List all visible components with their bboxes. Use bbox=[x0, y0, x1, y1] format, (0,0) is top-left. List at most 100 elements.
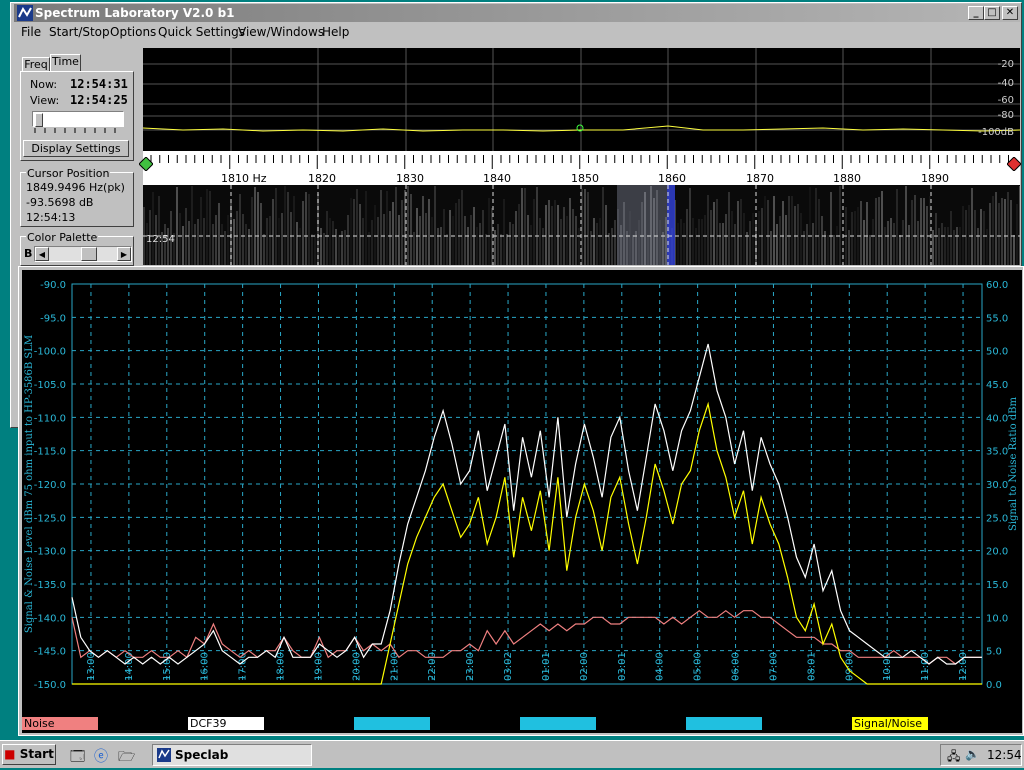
scroll-right-icon[interactable]: ▶ bbox=[117, 247, 131, 261]
frequency-scale[interactable]: 1810 Hz 1820 1830 1840 1850 1860 1870 18… bbox=[139, 151, 1021, 185]
waterfall-streak bbox=[821, 216, 823, 265]
waterfall-streak bbox=[536, 187, 538, 265]
browser-icon[interactable]: ⓔ bbox=[94, 746, 108, 766]
waterfall-streak bbox=[479, 223, 481, 265]
waterfall-streak bbox=[401, 200, 403, 265]
x-tick-label: 04:00 bbox=[655, 652, 666, 681]
waterfall-streak bbox=[236, 211, 238, 265]
waterfall-streak bbox=[833, 235, 835, 265]
waterfall-streak bbox=[953, 230, 955, 265]
waterfall-streak bbox=[314, 234, 316, 265]
left-marker-icon[interactable] bbox=[139, 157, 153, 171]
waterfall-streak bbox=[179, 213, 181, 265]
waterfall-streak bbox=[587, 192, 589, 265]
menu-options[interactable]: Options bbox=[110, 23, 156, 41]
waterfall-streak bbox=[980, 209, 982, 265]
x-tick-label: 01:01 bbox=[541, 652, 552, 681]
y2-tick-label: 10.0 bbox=[986, 613, 1008, 624]
explorer-icon[interactable]: 🗁 bbox=[118, 746, 135, 770]
y2-tick-label: 5.0 bbox=[986, 647, 1002, 658]
x-tick-label: 08:01 bbox=[806, 652, 817, 681]
waterfall-streak bbox=[359, 204, 361, 265]
legend-slot-5[interactable] bbox=[686, 717, 762, 730]
waterfall-streak bbox=[356, 189, 358, 265]
y-tick-label: -140.0 bbox=[34, 613, 66, 624]
volume-icon[interactable]: 🔈 bbox=[965, 747, 980, 761]
show-desktop-icon[interactable]: 🗔 bbox=[70, 746, 85, 770]
waterfall-streak bbox=[500, 234, 502, 265]
now-label: Now: bbox=[30, 78, 58, 91]
waterfall-streak bbox=[245, 224, 247, 265]
cursor-freq: 1849.9496 Hz(pk) bbox=[26, 181, 125, 194]
spectrum-graph[interactable]: -20 -40 -60 -80 -100dB bbox=[142, 48, 1021, 151]
waterfall-streak bbox=[752, 213, 754, 265]
waterfall-streak bbox=[191, 186, 193, 265]
waterfall-display[interactable]: 12:54 bbox=[143, 185, 1020, 265]
windows-logo-icon: ■ bbox=[4, 747, 16, 761]
legend-signal-noise[interactable]: Signal/Noise bbox=[852, 717, 928, 730]
x-tick-label: 07:00 bbox=[768, 652, 779, 681]
scroll-left-icon[interactable]: ◀ bbox=[35, 247, 49, 261]
taskbar: ■ Start 🗔 ⓔ 🗁 Speclab 🖧 🔈 12:54 bbox=[0, 740, 1024, 768]
menu-file[interactable]: File bbox=[21, 23, 41, 41]
close-button[interactable]: ✕ bbox=[1002, 6, 1018, 20]
tab-time[interactable]: Time bbox=[50, 54, 81, 72]
menu-quick-settings[interactable]: Quick Settings bbox=[158, 23, 245, 41]
minimize-button[interactable]: _ bbox=[968, 6, 984, 20]
waterfall-streak bbox=[758, 211, 760, 265]
waterfall-streak bbox=[941, 223, 943, 265]
tray-network-icon[interactable]: 🖧 bbox=[947, 747, 960, 768]
waterfall-streak bbox=[719, 223, 721, 265]
time-slider-thumb[interactable] bbox=[35, 113, 43, 127]
waterfall-streak bbox=[389, 211, 391, 265]
waterfall-streak bbox=[224, 231, 226, 265]
waterfall-streak bbox=[362, 218, 364, 265]
y-tick-label: -150.0 bbox=[34, 680, 66, 691]
right-marker-icon[interactable] bbox=[1007, 157, 1021, 171]
legend-slot-3[interactable] bbox=[354, 717, 430, 730]
waterfall-streak bbox=[233, 219, 235, 265]
waterfall-streak bbox=[1004, 199, 1006, 265]
waterfall-streak bbox=[521, 188, 523, 265]
display-settings-button[interactable]: Display Settings bbox=[23, 140, 129, 157]
waterfall-streak bbox=[395, 187, 397, 265]
waterfall-streak bbox=[212, 224, 214, 265]
waterfall-streak bbox=[728, 192, 730, 265]
x-tick-label: 18:00 bbox=[276, 652, 287, 681]
legend-slot-4[interactable] bbox=[520, 717, 596, 730]
palette-scrollbar[interactable]: ◀ ▶ bbox=[34, 246, 132, 262]
waterfall-streak bbox=[227, 215, 229, 265]
waterfall-streak bbox=[485, 234, 487, 265]
time-slider[interactable] bbox=[32, 111, 124, 127]
y2-tick-label: 60.0 bbox=[986, 280, 1008, 291]
signal-noise-chart[interactable]: -90.0 60.0 -95.0 55.0 -100.0 50.0 -105.0 45.0 -1… bbox=[22, 270, 1022, 715]
palette-scroll-thumb[interactable] bbox=[81, 247, 97, 261]
waterfall-streak bbox=[812, 223, 814, 265]
waterfall-streak bbox=[509, 222, 511, 265]
waterfall-streak bbox=[965, 210, 967, 265]
waterfall-streak bbox=[368, 232, 370, 265]
waterfall-streak bbox=[305, 192, 307, 265]
waterfall-streak bbox=[488, 198, 490, 265]
x-tick-label: 16:00 bbox=[200, 652, 211, 681]
waterfall-streak bbox=[992, 196, 994, 265]
waterfall-streak bbox=[533, 199, 535, 265]
waterfall-streak bbox=[380, 190, 382, 265]
waterfall-streak bbox=[776, 224, 778, 265]
menu-help[interactable]: Help bbox=[322, 23, 349, 41]
menu-start-stop[interactable]: Start/Stop bbox=[49, 23, 110, 41]
legend-dcf39[interactable]: DCF39 bbox=[188, 717, 264, 730]
start-button[interactable]: ■ Start bbox=[2, 744, 56, 765]
title-bar[interactable]: Spectrum Laboratory V2.0 b1 _ □ ✕ bbox=[14, 4, 1020, 22]
waterfall-streak bbox=[695, 228, 697, 265]
menu-view-windows[interactable]: View/Windows bbox=[238, 23, 324, 41]
waterfall-streak bbox=[284, 186, 286, 265]
maximize-button[interactable]: □ bbox=[984, 6, 1000, 20]
y-tick-label: -105.0 bbox=[34, 380, 66, 391]
waterfall-streak bbox=[542, 228, 544, 265]
waterfall-streak bbox=[482, 210, 484, 265]
waterfall-streak bbox=[611, 228, 613, 265]
waterfall-streak bbox=[905, 186, 907, 265]
task-speclab[interactable]: Speclab bbox=[152, 744, 312, 766]
legend-noise[interactable]: Noise bbox=[22, 717, 98, 730]
